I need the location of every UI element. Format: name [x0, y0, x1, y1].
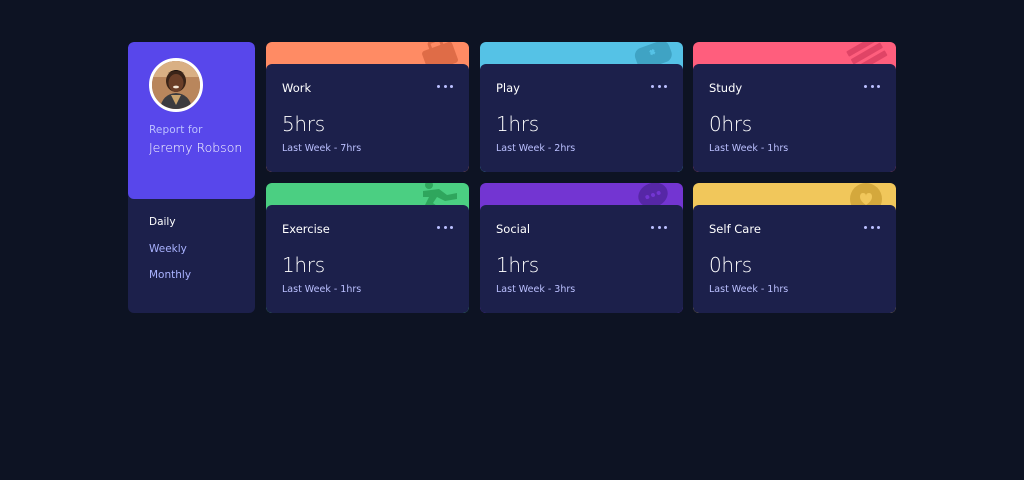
previous-hours: Last Week - 3hrs — [496, 284, 576, 295]
activity-card-social: Social 1hrs Last Week - 3hrs — [480, 183, 683, 313]
activity-title: Play — [496, 81, 520, 95]
current-hours: 5hrs — [282, 112, 325, 136]
more-options-icon[interactable] — [864, 220, 880, 234]
previous-hours: Last Week - 1hrs — [282, 284, 362, 295]
activity-card-work: Work 5hrs Last Week - 7hrs — [266, 42, 469, 172]
profile-card: Report for Jeremy Robson Daily Weekly Mo… — [128, 42, 255, 313]
activity-card-exercise: Exercise 1hrs Last Week - 1hrs — [266, 183, 469, 313]
user-name: Jeremy Robson — [149, 140, 243, 155]
card-panel[interactable]: Self Care 0hrs Last Week - 1hrs — [693, 205, 896, 313]
previous-hours: Last Week - 1hrs — [709, 284, 789, 295]
period-weekly[interactable]: Weekly — [149, 243, 191, 270]
avatar — [149, 58, 203, 112]
previous-hours: Last Week - 2hrs — [496, 143, 576, 154]
profile-header: Report for Jeremy Robson — [128, 42, 255, 199]
current-hours: 0hrs — [709, 112, 752, 136]
period-selector: Daily Weekly Monthly — [149, 216, 191, 296]
current-hours: 0hrs — [709, 253, 752, 277]
activity-card-study: Study 0hrs Last Week - 1hrs — [693, 42, 896, 172]
previous-hours: Last Week - 1hrs — [709, 143, 789, 154]
card-panel[interactable]: Social 1hrs Last Week - 3hrs — [480, 205, 683, 313]
more-options-icon[interactable] — [437, 79, 453, 93]
more-options-icon[interactable] — [437, 220, 453, 234]
current-hours: 1hrs — [282, 253, 325, 277]
card-panel[interactable]: Exercise 1hrs Last Week - 1hrs — [266, 205, 469, 313]
activity-title: Work — [282, 81, 312, 95]
card-panel[interactable]: Study 0hrs Last Week - 1hrs — [693, 64, 896, 172]
report-for-label: Report for — [149, 124, 203, 136]
user-avatar-icon — [152, 61, 200, 109]
more-options-icon[interactable] — [864, 79, 880, 93]
card-panel[interactable]: Play 1hrs Last Week - 2hrs — [480, 64, 683, 172]
activity-title: Study — [709, 81, 743, 95]
card-panel[interactable]: Work 5hrs Last Week - 7hrs — [266, 64, 469, 172]
current-hours: 1hrs — [496, 112, 539, 136]
activity-card-self-care: Self Care 0hrs Last Week - 1hrs — [693, 183, 896, 313]
activity-title: Social — [496, 222, 531, 236]
current-hours: 1hrs — [496, 253, 539, 277]
period-daily[interactable]: Daily — [149, 216, 191, 243]
activity-card-play: Play 1hrs Last Week - 2hrs — [480, 42, 683, 172]
previous-hours: Last Week - 7hrs — [282, 143, 362, 154]
activity-title: Exercise — [282, 222, 330, 236]
more-options-icon[interactable] — [651, 220, 667, 234]
more-options-icon[interactable] — [651, 79, 667, 93]
time-tracking-dashboard: Report for Jeremy Robson Daily Weekly Mo… — [128, 42, 896, 313]
period-monthly[interactable]: Monthly — [149, 269, 191, 296]
activity-title: Self Care — [709, 222, 761, 236]
